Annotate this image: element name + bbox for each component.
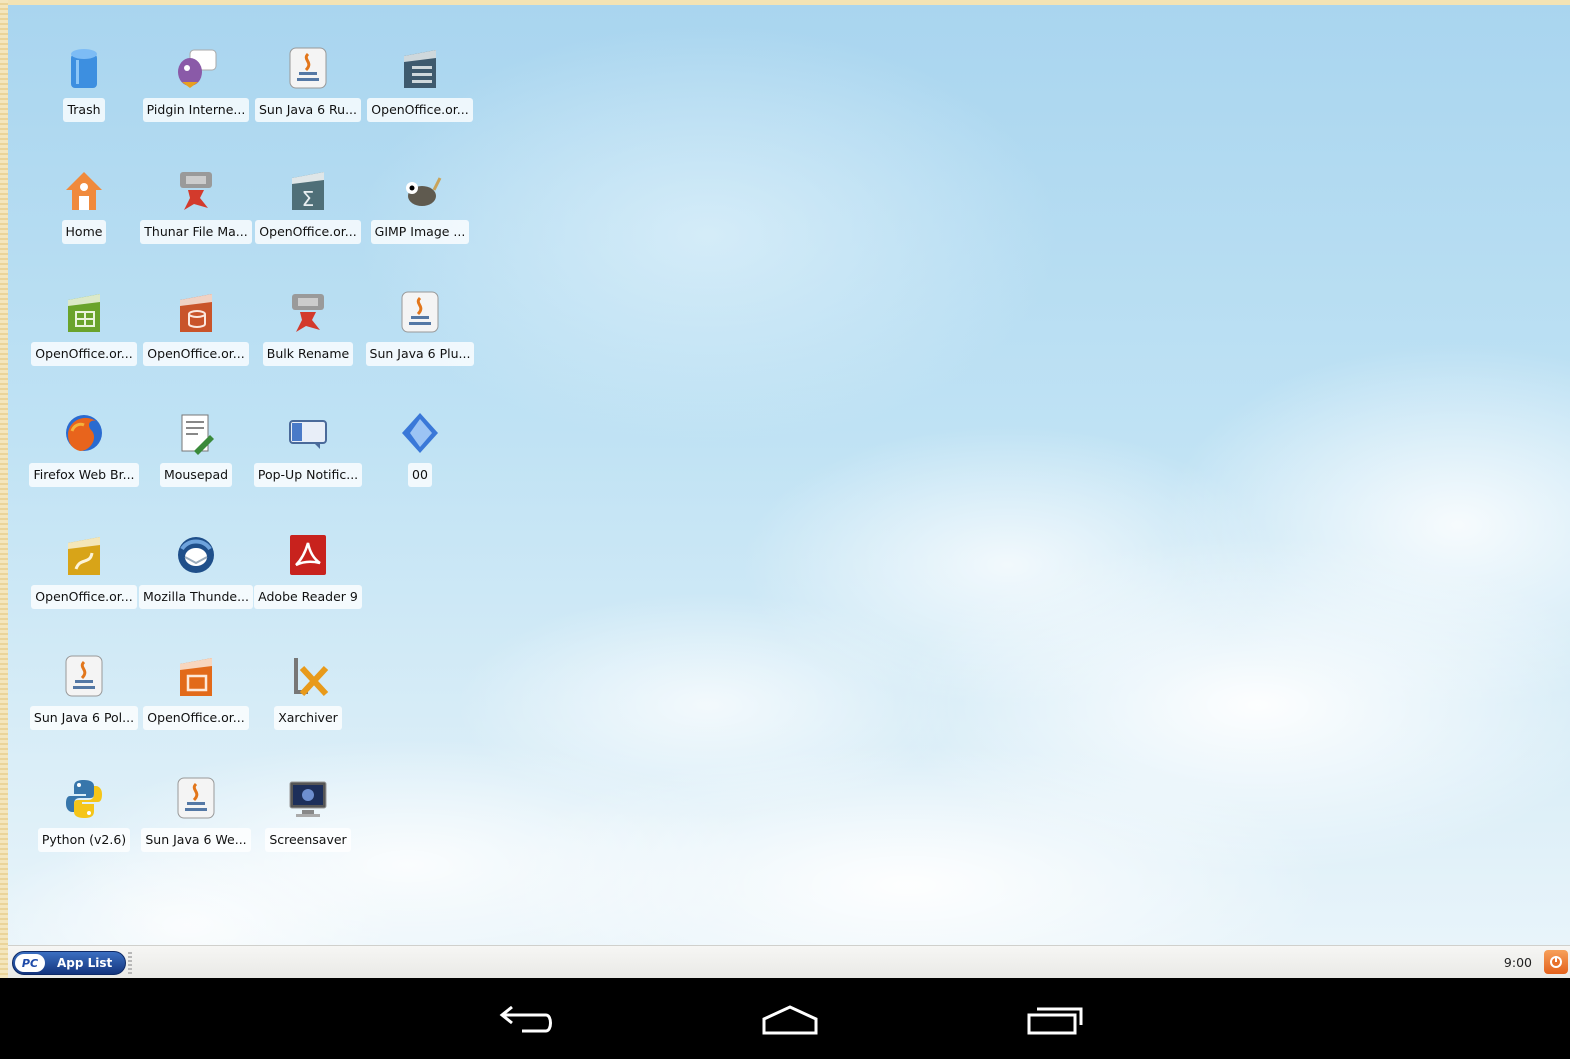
bulk-rename-icon (286, 290, 330, 334)
desktop-icon-pidgin[interactable]: Pidgin Interne... (140, 40, 252, 140)
desktop-icon-java-runtime[interactable]: Sun Java 6 Ru... (252, 40, 364, 140)
desktop-icon-folder-00[interactable]: 00 (364, 405, 476, 505)
desktop-icon-label: Adobe Reader 9 (254, 585, 362, 609)
desktop-icon-java-web[interactable]: Sun Java 6 We... (140, 770, 252, 870)
desktop-icon-thunderbird[interactable]: Mozilla Thunde... (139, 527, 253, 627)
openoffice-math-icon: Σ (286, 168, 330, 212)
home-nav-icon (762, 1005, 818, 1035)
java-icon (286, 46, 330, 90)
desktop-icon-mousepad[interactable]: Mousepad (140, 405, 252, 505)
desktop-icon-label: Firefox Web Br... (29, 463, 139, 487)
desktop-icon-label: OpenOffice.or... (255, 220, 361, 244)
left-edge-strip (0, 0, 8, 978)
xarchiver-icon (286, 654, 330, 698)
mousepad-icon (174, 411, 218, 455)
folder-icon (398, 411, 442, 455)
desktop-icon-label: Sun Java 6 Plu... (365, 342, 475, 366)
desktop-icon-openoffice-base[interactable]: OpenOffice.or... (140, 284, 252, 384)
openoffice-base-icon (174, 290, 218, 334)
desktop-icon-openoffice-calc[interactable]: OpenOffice.or... (28, 284, 140, 384)
desktop-icon-label: 00 (408, 463, 432, 487)
thunderbird-icon (174, 533, 218, 577)
desktop-icon-label: Thunar File Ma... (140, 220, 252, 244)
desktop-icon-label: Screensaver (265, 828, 351, 852)
openoffice-impress-icon (174, 654, 218, 698)
thunar-icon (174, 168, 218, 212)
adobe-reader-icon (286, 533, 330, 577)
power-button[interactable] (1544, 950, 1568, 974)
desktop-icon-label: Pidgin Interne... (142, 98, 250, 122)
desktop-icon-label: OpenOffice.or... (367, 98, 473, 122)
svg-text:Σ: Σ (302, 187, 315, 211)
desktop-icon-bulk-rename[interactable]: Bulk Rename (252, 284, 364, 384)
taskbar: PC App List 9:00 (8, 945, 1570, 979)
desktop-icon-gimp[interactable]: GIMP Image ... (364, 162, 476, 262)
desktop-icon-home[interactable]: Home (28, 162, 140, 262)
desktop-icon-trash[interactable]: Trash (28, 40, 140, 140)
app-list-label: App List (57, 956, 113, 970)
screensaver-icon (286, 776, 330, 820)
openoffice-calc-icon (62, 290, 106, 334)
desktop-icon-label: Bulk Rename (262, 342, 354, 366)
desktop-icon-popup-notifications[interactable]: Pop-Up Notific... (252, 405, 364, 505)
home-icon (62, 168, 106, 212)
java-icon (174, 776, 218, 820)
desktop-icon-firefox[interactable]: Firefox Web Br... (28, 405, 140, 505)
desktop-icon-screensaver[interactable]: Screensaver (252, 770, 364, 870)
openoffice-writer-icon (398, 46, 442, 90)
java-icon (62, 654, 106, 698)
desktop-icon-python[interactable]: Python (v2.6) (28, 770, 140, 870)
desktop-icon-thunar[interactable]: Thunar File Ma... (140, 162, 252, 262)
notification-icon (286, 411, 330, 455)
desktop-icon-label: Sun Java 6 Ru... (254, 98, 362, 122)
app-list-button[interactable]: PC App List (12, 951, 126, 975)
desktop-icon-label: Sun Java 6 Pol... (29, 706, 139, 730)
desktop-icon-label: GIMP Image ... (370, 220, 470, 244)
clock[interactable]: 9:00 (1504, 955, 1532, 970)
desktop-icon-label: Trash (63, 98, 105, 122)
home-nav-button[interactable] (750, 998, 830, 1042)
desktop-icon-xarchiver[interactable]: Xarchiver (252, 648, 364, 748)
desktop-icon-java-policy[interactable]: Sun Java 6 Pol... (28, 648, 140, 748)
python-icon (62, 776, 106, 820)
openoffice-draw-icon (62, 533, 106, 577)
desktop-icon-openoffice-draw[interactable]: OpenOffice.or... (28, 527, 140, 627)
pc-logo: PC (15, 954, 45, 972)
back-icon (499, 1005, 552, 1033)
firefox-icon (62, 411, 106, 455)
pidgin-icon (174, 46, 218, 90)
desktop-icon-label: Mozilla Thunde... (139, 585, 253, 609)
desktop-icon-label: Home (61, 220, 107, 244)
back-button[interactable] (486, 998, 566, 1042)
gimp-icon (398, 168, 442, 212)
desktop-icon-label: Mousepad (159, 463, 233, 487)
desktop-icon-label: OpenOffice.or... (31, 585, 137, 609)
desktop[interactable]: Trash Pidgin Interne... Sun Java 6 Ru...… (8, 5, 1570, 945)
desktop-icon-openoffice-impress[interactable]: OpenOffice.or... (140, 648, 252, 748)
desktop-icon-label: OpenOffice.or... (143, 706, 249, 730)
desktop-icon-openoffice-math[interactable]: Σ OpenOffice.or... (252, 162, 364, 262)
recents-icon (1027, 1007, 1083, 1035)
desktop-icon-label: Python (v2.6) (37, 828, 131, 852)
power-icon (1550, 956, 1562, 968)
desktop-icon-label: Xarchiver (274, 706, 342, 730)
android-navigation-bar (0, 978, 1570, 1059)
desktop-icon-label: OpenOffice.or... (31, 342, 137, 366)
desktop-icon-adobe-reader[interactable]: Adobe Reader 9 (252, 527, 364, 627)
desktop-icon-label: OpenOffice.or... (143, 342, 249, 366)
recents-button[interactable] (1015, 998, 1095, 1042)
desktop-icon-label: Pop-Up Notific... (253, 463, 363, 487)
taskbar-grip[interactable] (128, 952, 132, 974)
trash-icon (62, 46, 106, 90)
desktop-icon-label: Sun Java 6 We... (141, 828, 251, 852)
java-icon (398, 290, 442, 334)
desktop-icon-java-plugin[interactable]: Sun Java 6 Plu... (364, 284, 476, 384)
desktop-icon-openoffice-writer[interactable]: OpenOffice.or... (364, 40, 476, 140)
